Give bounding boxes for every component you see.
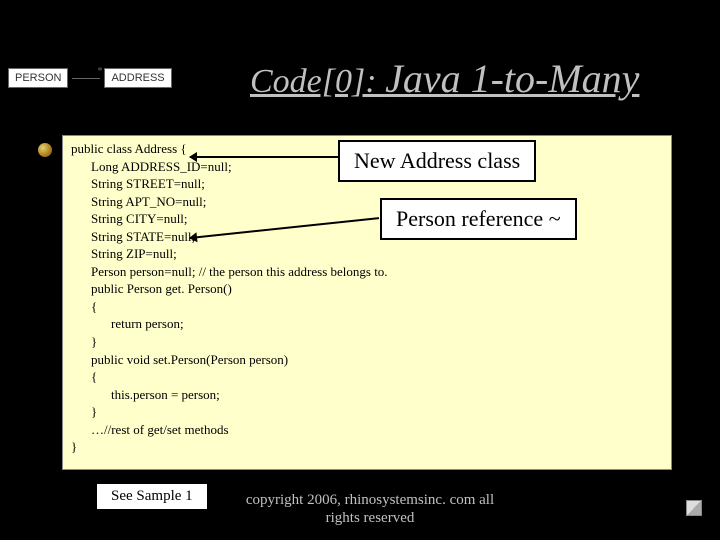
code-line: public void set.Person(Person person) [71,351,663,369]
code-line: …//rest of get/set methods [71,421,663,439]
slide-title: Code[0]: Java 1-to-Many [250,55,639,102]
code-line: } [71,438,663,456]
arrow-to-class [190,156,338,158]
callout-person-ref: Person reference ~ [380,198,577,240]
title-main: Java 1-to-Many [385,56,639,101]
code-line: public Person get. Person() [71,280,663,298]
code-line: } [71,403,663,421]
code-line: String ZIP=null; [71,245,663,263]
code-line: } [71,333,663,351]
title-prefix: Code[0]: [250,63,385,100]
uml-address-box: ADDRESS [104,68,171,88]
code-line: this.person = person; [71,386,663,404]
uml-diagram: PERSON * ADDRESS [8,68,172,88]
code-line: { [71,298,663,316]
code-line: { [71,368,663,386]
uml-association-line: * [72,78,100,79]
code-line: return person; [71,315,663,333]
callout-new-address: New Address class [338,140,536,182]
see-sample-button[interactable]: See Sample 1 [96,483,208,510]
resize-icon [686,500,702,516]
code-line: Person person=null; // the person this a… [71,263,663,281]
code-block: public class Address { Long ADDRESS_ID=n… [62,135,672,470]
bullet-icon [38,143,52,157]
uml-person-box: PERSON [8,68,68,88]
copyright-text: copyright 2006, rhinosystemsinc. com all… [240,491,500,529]
uml-multiplicity: * [97,66,102,77]
